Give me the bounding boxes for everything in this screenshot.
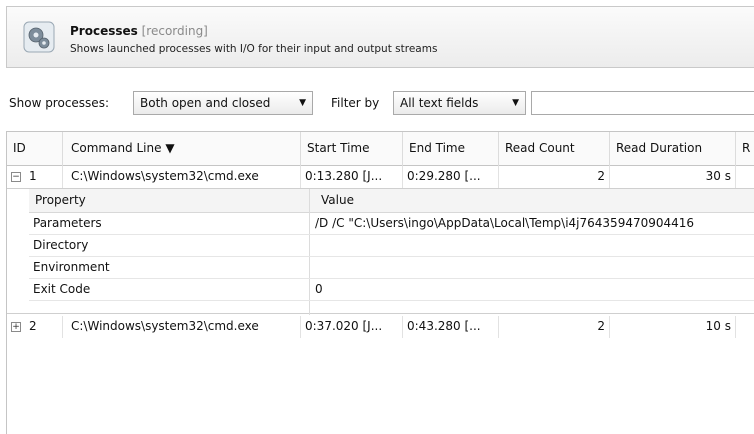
show-processes-value: Both open and closed — [140, 96, 271, 110]
detail-value — [311, 257, 754, 279]
column-header-start-time[interactable]: Start Time — [301, 132, 403, 166]
row-id: 1 — [23, 166, 63, 188]
column-header-end-time[interactable]: End Time — [403, 132, 499, 166]
row-read-count: 2 — [499, 316, 610, 338]
filter-by-value: All text fields — [400, 96, 479, 110]
dropdown-arrow-icon: ▼ — [512, 98, 519, 108]
detail-value: 0 — [315, 282, 323, 296]
expand-icon[interactable]: + — [11, 322, 21, 332]
filter-search-input[interactable] — [531, 91, 754, 115]
column-header-command-line[interactable]: Command Line ▼ — [63, 132, 301, 166]
row-end-time: 0:29.280 [... — [403, 166, 499, 188]
row-end-time: 0:43.280 [... — [403, 316, 499, 338]
filter-by-label: Filter by — [331, 96, 380, 110]
process-detail-table: Property Value Parameters /D /C "C:\User… — [7, 188, 754, 315]
detail-property: Parameters — [33, 216, 102, 230]
processes-table: ID Command Line ▼ Start Time End Time Re… — [6, 131, 754, 434]
row-start-time: 0:13.280 [J... — [301, 166, 403, 188]
detail-property: Exit Code — [33, 282, 91, 296]
row-read-duration: 10 s — [610, 316, 736, 338]
detail-column-value[interactable]: Value — [315, 189, 754, 213]
page-subtitle: Shows launched processes with I/O for th… — [70, 43, 438, 55]
detail-value: /D /C "C:\Users\ingo\AppData\Local\Temp\… — [315, 216, 695, 230]
table-row[interactable]: − 1 C:\Windows\system32\cmd.exe 0:13.280… — [7, 166, 754, 188]
row-read-count: 2 — [499, 166, 610, 188]
collapse-icon[interactable]: − — [11, 172, 21, 182]
filter-bar: Show processes: Both open and closed ▼ F… — [0, 90, 754, 116]
column-header-read-duration[interactable]: Read Duration — [610, 132, 736, 166]
detail-row[interactable]: Environment — [29, 257, 754, 279]
column-header-read-count[interactable]: Read Count — [499, 132, 610, 166]
detail-header: Property Value — [29, 189, 754, 213]
detail-value — [311, 235, 754, 257]
row-command: C:\Windows\system32\cmd.exe — [63, 316, 301, 338]
row-id: 2 — [23, 316, 63, 338]
dropdown-arrow-icon: ▼ — [299, 98, 306, 108]
recording-status: [recording] — [141, 24, 208, 38]
page-title: Processes [recording] — [70, 24, 208, 38]
column-header-id[interactable]: ID — [7, 132, 63, 166]
show-processes-dropdown[interactable]: Both open and closed ▼ — [133, 91, 313, 115]
detail-row[interactable]: Directory — [29, 235, 754, 257]
table-header: ID Command Line ▼ Start Time End Time Re… — [7, 132, 754, 166]
gear-icon — [23, 21, 55, 53]
detail-property: Directory — [33, 238, 89, 252]
table-row[interactable]: + 2 C:\Windows\system32\cmd.exe 0:37.020… — [7, 316, 754, 338]
row-command: C:\Windows\system32\cmd.exe — [63, 166, 301, 188]
row-read-duration: 30 s — [610, 166, 736, 188]
row-start-time: 0:37.020 [J... — [301, 316, 403, 338]
detail-row[interactable]: Exit Code 0 — [29, 279, 754, 301]
show-processes-label: Show processes: — [9, 96, 109, 110]
title-label: Processes — [70, 24, 138, 38]
column-header-truncated[interactable]: R — [736, 132, 754, 166]
detail-row[interactable]: Parameters /D /C "C:\Users\ingo\AppData\… — [29, 213, 754, 235]
detail-column-property[interactable]: Property — [29, 189, 309, 213]
processes-header: Processes [recording] Shows launched pro… — [6, 6, 754, 68]
detail-property: Environment — [33, 260, 110, 274]
filter-by-dropdown[interactable]: All text fields ▼ — [393, 91, 526, 115]
